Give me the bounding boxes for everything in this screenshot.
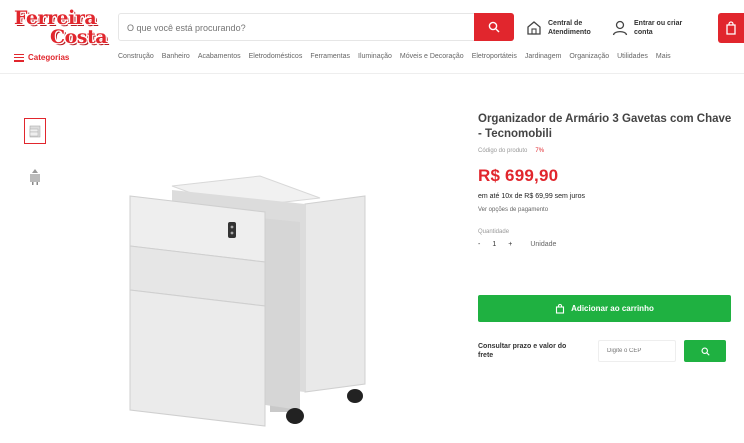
product-title: Organizador de Armário 3 Gavetas com Cha… bbox=[478, 113, 732, 140]
thumbnail-2[interactable] bbox=[24, 164, 46, 190]
installments-text: em até 10x de R$ 69,99 sem juros bbox=[478, 193, 586, 200]
nav-items: Construção Banheiro Acabamentos Eletrodo… bbox=[118, 53, 671, 60]
nav-item[interactable]: Mais bbox=[656, 53, 671, 60]
categories-label: Categorias bbox=[28, 53, 70, 62]
quantity-decrease-button[interactable]: - bbox=[478, 241, 480, 248]
quantity-unit: Unidade bbox=[530, 241, 557, 248]
payment-options-link[interactable]: Ver opções de pagamento bbox=[478, 207, 734, 213]
support-link[interactable]: Central de Atendimento bbox=[524, 16, 606, 40]
cart-icon bbox=[726, 21, 736, 35]
add-to-cart-label: Adicionar ao carrinho bbox=[571, 304, 654, 313]
cart-icon bbox=[556, 303, 565, 314]
thumbnail-list bbox=[24, 118, 46, 210]
quantity-increase-button[interactable]: + bbox=[508, 241, 512, 248]
cep-search-button[interactable] bbox=[684, 340, 726, 362]
quantity-stepper: - 1 + Unidade bbox=[478, 241, 734, 248]
shipping-label: Consultar prazo e valor do frete bbox=[478, 343, 567, 359]
nav-item[interactable]: Eletrodomésticos bbox=[249, 53, 303, 60]
site-header: Ferreira Costa Central de Atendimento En… bbox=[0, 0, 744, 74]
product-meta: Código do produto 7% bbox=[478, 148, 734, 154]
nav-item[interactable]: Ferramentas bbox=[310, 53, 350, 60]
nav-item[interactable]: Organização bbox=[569, 53, 609, 60]
search-icon bbox=[488, 21, 500, 33]
nav-item[interactable]: Acabamentos bbox=[198, 53, 241, 60]
user-icon bbox=[610, 17, 630, 39]
account-link[interactable]: Entrar ou criar conta bbox=[610, 16, 692, 40]
cep-input[interactable] bbox=[598, 340, 676, 362]
cart-button[interactable] bbox=[718, 13, 744, 43]
product-info: Organizador de Armário 3 Gavetas com Cha… bbox=[478, 112, 734, 248]
product-code: Código do produto bbox=[478, 148, 528, 154]
menu-icon bbox=[14, 53, 24, 62]
search-button[interactable] bbox=[474, 13, 514, 41]
nav-item[interactable]: Jardinagem bbox=[525, 53, 562, 60]
add-to-cart-button[interactable]: Adicionar ao carrinho bbox=[478, 295, 731, 322]
support-label: Central de Atendimento bbox=[548, 20, 591, 36]
search-box bbox=[118, 13, 514, 41]
discount-badge: 7% bbox=[535, 148, 545, 154]
product-price: R$ 699,90 bbox=[478, 166, 559, 185]
quantity-label: Quantidade bbox=[478, 229, 510, 235]
thumbnail-1[interactable] bbox=[24, 118, 46, 144]
store-icon bbox=[524, 17, 544, 39]
product-image[interactable] bbox=[120, 160, 390, 430]
site-logo[interactable]: Ferreira Costa bbox=[14, 7, 108, 48]
quantity-value[interactable]: 1 bbox=[492, 241, 496, 248]
nav-item[interactable]: Utilidades bbox=[617, 53, 648, 60]
account-label: Entrar ou criar conta bbox=[634, 20, 683, 36]
category-nav: Categorias Construção Banheiro Acabament… bbox=[0, 50, 744, 68]
nav-item[interactable]: Iluminação bbox=[358, 53, 392, 60]
nav-item[interactable]: Móveis e Decoração bbox=[400, 53, 464, 60]
nav-item[interactable]: Eletroportáteis bbox=[472, 53, 517, 60]
search-input[interactable] bbox=[127, 20, 467, 36]
categories-button[interactable]: Categorias bbox=[14, 53, 69, 62]
nav-item[interactable]: Construção bbox=[118, 53, 154, 60]
logo-line2: Costa bbox=[50, 26, 108, 48]
search-icon bbox=[700, 346, 710, 356]
nav-item[interactable]: Banheiro bbox=[162, 53, 190, 60]
